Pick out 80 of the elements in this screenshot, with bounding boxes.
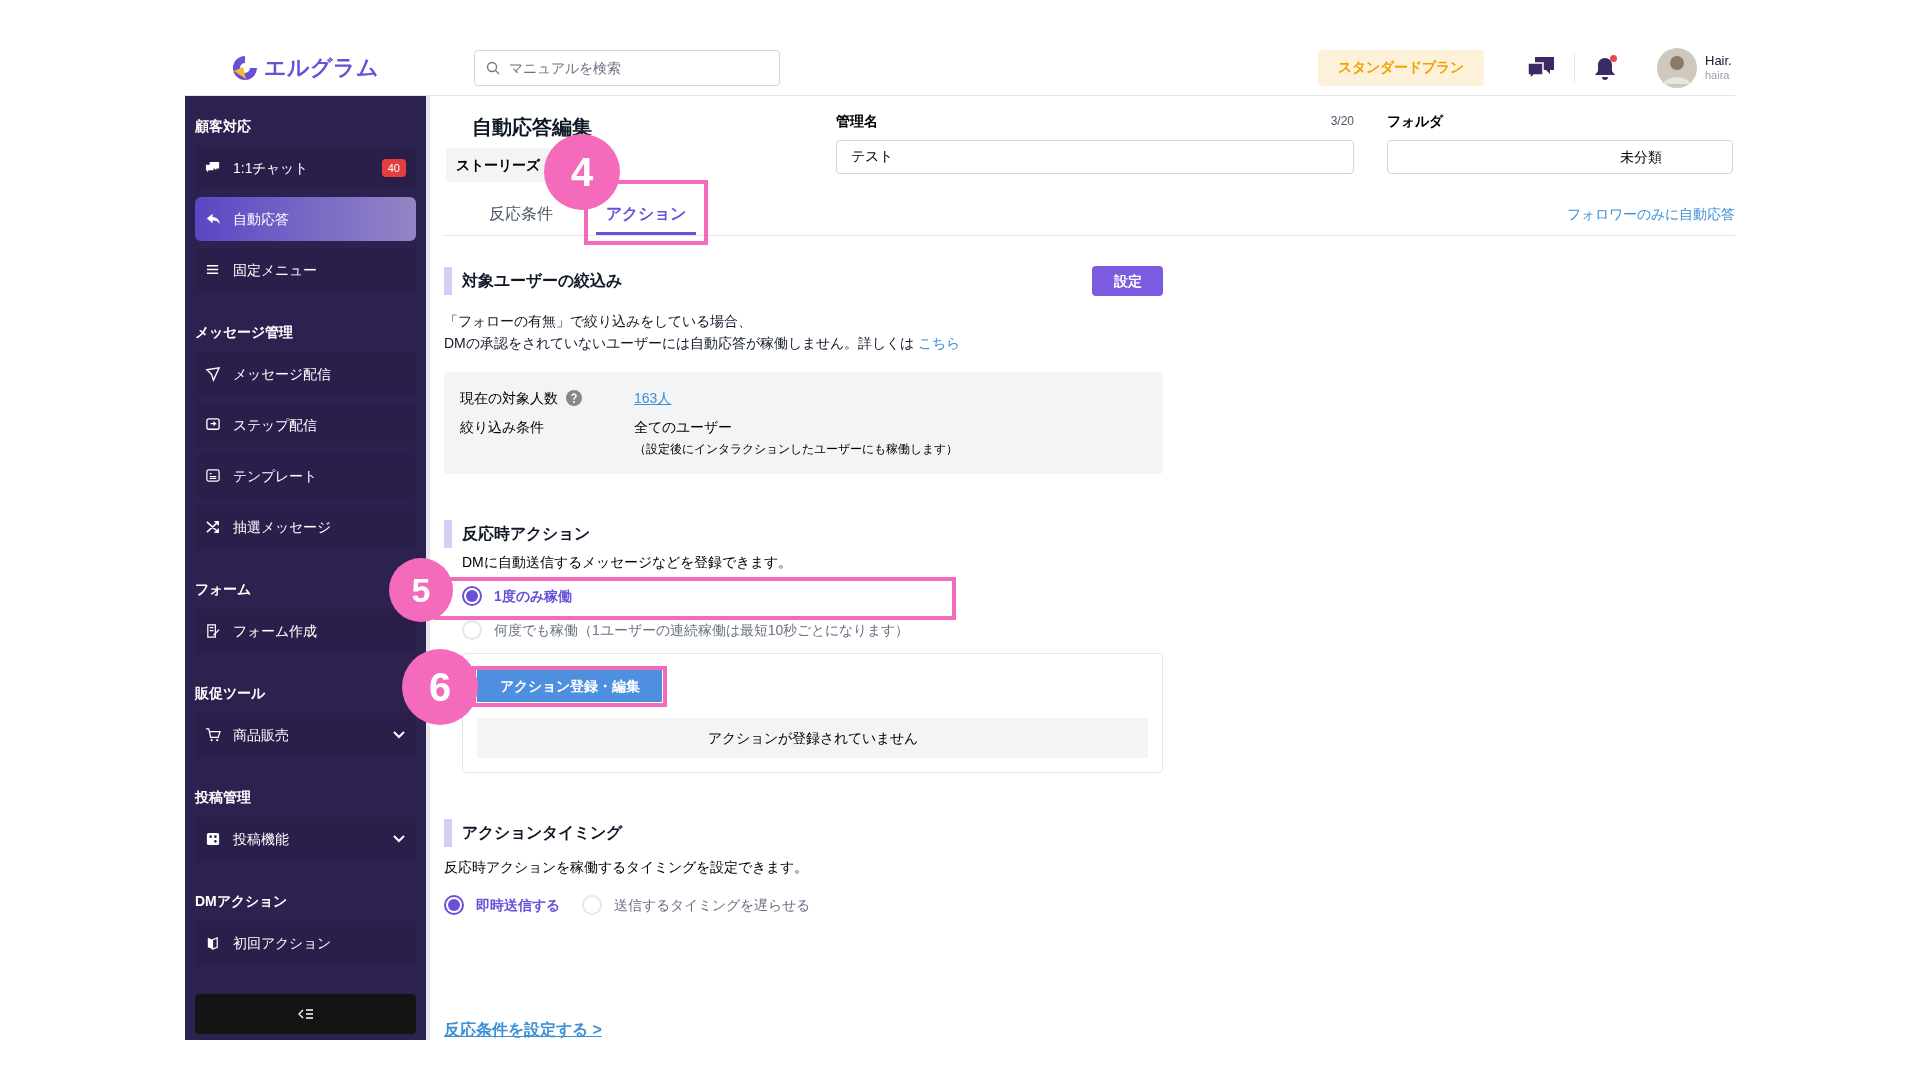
sidebar-item[interactable]: 商品販売 [195, 713, 416, 757]
section-title: 対象ユーザーの絞込み [462, 271, 622, 291]
sidebar-label: 自動応答 [233, 209, 290, 229]
section-description: 反応時アクションを稼働するタイミングを設定できます。 [444, 858, 809, 877]
sidebar-item[interactable]: 自動応答 [195, 197, 416, 241]
option-label: 1度のみ稼働 [494, 586, 572, 606]
section-title: 反応時アクション [462, 524, 590, 544]
sidebar-label: ステップ配信 [233, 415, 318, 435]
sidebar-item[interactable]: 初回アクション [195, 921, 416, 965]
sidebar-label: 初回アクション [233, 933, 332, 953]
section-title: DMアクション [195, 891, 288, 911]
option-label: 何度でも稼働（1ユーザーの連続稼働は最短10秒ごとになります） [494, 620, 910, 640]
notice-text: 「フォローの有無」で絞り込みをしている場合、 DMの承認をされていないユーザーには自動応答が稼働しません。詳しくは こちら [444, 312, 961, 353]
chevron-icon [392, 834, 406, 844]
chevron-icon [392, 730, 406, 740]
sidebar-label: 抽選メッセージ [233, 517, 332, 537]
follower-link[interactable]: フォロワーのみに自動応答 [1567, 204, 1735, 235]
radio-option[interactable]: 何度でも稼働（1ユーザーの連続稼働は最短10秒ごとになります） [462, 613, 910, 647]
section-description: DMに自動送信するメッセージなどを登録できます。 [462, 553, 793, 572]
field-label: フォルダ [1387, 111, 1445, 131]
collapse-icon [297, 1008, 314, 1020]
radio-option[interactable]: 送信するタイミングを遅らせる [582, 888, 810, 922]
sidebar-item[interactable]: メッセージ配信 [195, 352, 416, 396]
user-name: Hair. [1705, 52, 1733, 69]
help-link[interactable]: こちら [917, 335, 960, 351]
search-icon [486, 60, 500, 75]
section-title: 販促ツール [195, 683, 266, 703]
step-icon [205, 417, 221, 433]
folder-select[interactable]: 未分類 [1387, 140, 1733, 174]
section-marker [444, 819, 452, 847]
sidebar-label: メッセージ配信 [233, 364, 332, 384]
radio-option[interactable]: 1度のみ稼働 [462, 579, 572, 613]
radio-button[interactable] [444, 895, 464, 915]
char-counter: 3/20 [1330, 113, 1354, 130]
sidebar-item[interactable]: 1:1チャット 40 [195, 146, 416, 190]
help-icon[interactable] [566, 390, 582, 406]
avatar[interactable] [1657, 47, 1697, 88]
search-field[interactable]: マニュアルを検索 [474, 49, 780, 86]
section-marker [444, 267, 452, 295]
sidebar-label: 商品販売 [233, 725, 290, 745]
sidebar-label: 投稿機能 [233, 829, 290, 849]
sidebar-label: 1:1チャット [233, 158, 310, 178]
logo-text: エルグラム [264, 54, 379, 82]
cart-icon [205, 727, 221, 743]
sidebar-label: 固定メニュー [233, 260, 318, 280]
section-title: 顧客対応 [195, 116, 252, 136]
section-title: フォーム [195, 579, 252, 599]
sidebar-item[interactable]: テンプレート [195, 454, 416, 498]
section-title: 投稿管理 [195, 787, 252, 807]
option-label: 即時送信する [476, 895, 560, 915]
dice-icon [205, 831, 221, 847]
sidebar-item[interactable]: フォーム作成 [195, 609, 416, 653]
stat-label: 現在の対象人数 [460, 388, 558, 408]
section-title: メッセージ管理 [195, 322, 294, 342]
form-icon [205, 623, 221, 639]
count-badge: 40 [381, 158, 406, 178]
radio-option[interactable]: 即時送信する [444, 888, 560, 922]
book-icon [205, 935, 221, 951]
empty-message: アクションが登録されていません [477, 718, 1148, 758]
stat-label: 絞り込み条件 [460, 417, 544, 437]
reply-icon [205, 211, 221, 227]
sidebar-item[interactable]: 抽選メッセージ [195, 505, 416, 549]
section-title: アクションタイミング [462, 823, 622, 843]
name-input[interactable]: テスト [836, 140, 1354, 174]
template-icon [205, 468, 221, 484]
section-marker [444, 520, 452, 548]
field-label: 管理名 [836, 111, 878, 131]
sidebar-item[interactable]: 投稿機能 [195, 817, 416, 861]
stat-value: 全てのユーザー [634, 418, 733, 437]
stat-note: （設定後にインタラクションしたユーザーにも稼働します） [634, 441, 958, 458]
option-label: 送信するタイミングを遅らせる [614, 895, 810, 915]
user-id: haira [1705, 68, 1731, 83]
radio-button[interactable] [462, 586, 482, 606]
sidebar-item[interactable]: 固定メニュー [195, 248, 416, 292]
send-icon [205, 366, 221, 382]
settings-button[interactable]: 設定 [1092, 266, 1163, 296]
sidebar-item[interactable]: ステップ配信 [195, 403, 416, 447]
sidebar-label: テンプレート [233, 466, 318, 486]
sidebar-label: フォーム作成 [233, 621, 318, 641]
shuffle-icon [205, 519, 221, 535]
